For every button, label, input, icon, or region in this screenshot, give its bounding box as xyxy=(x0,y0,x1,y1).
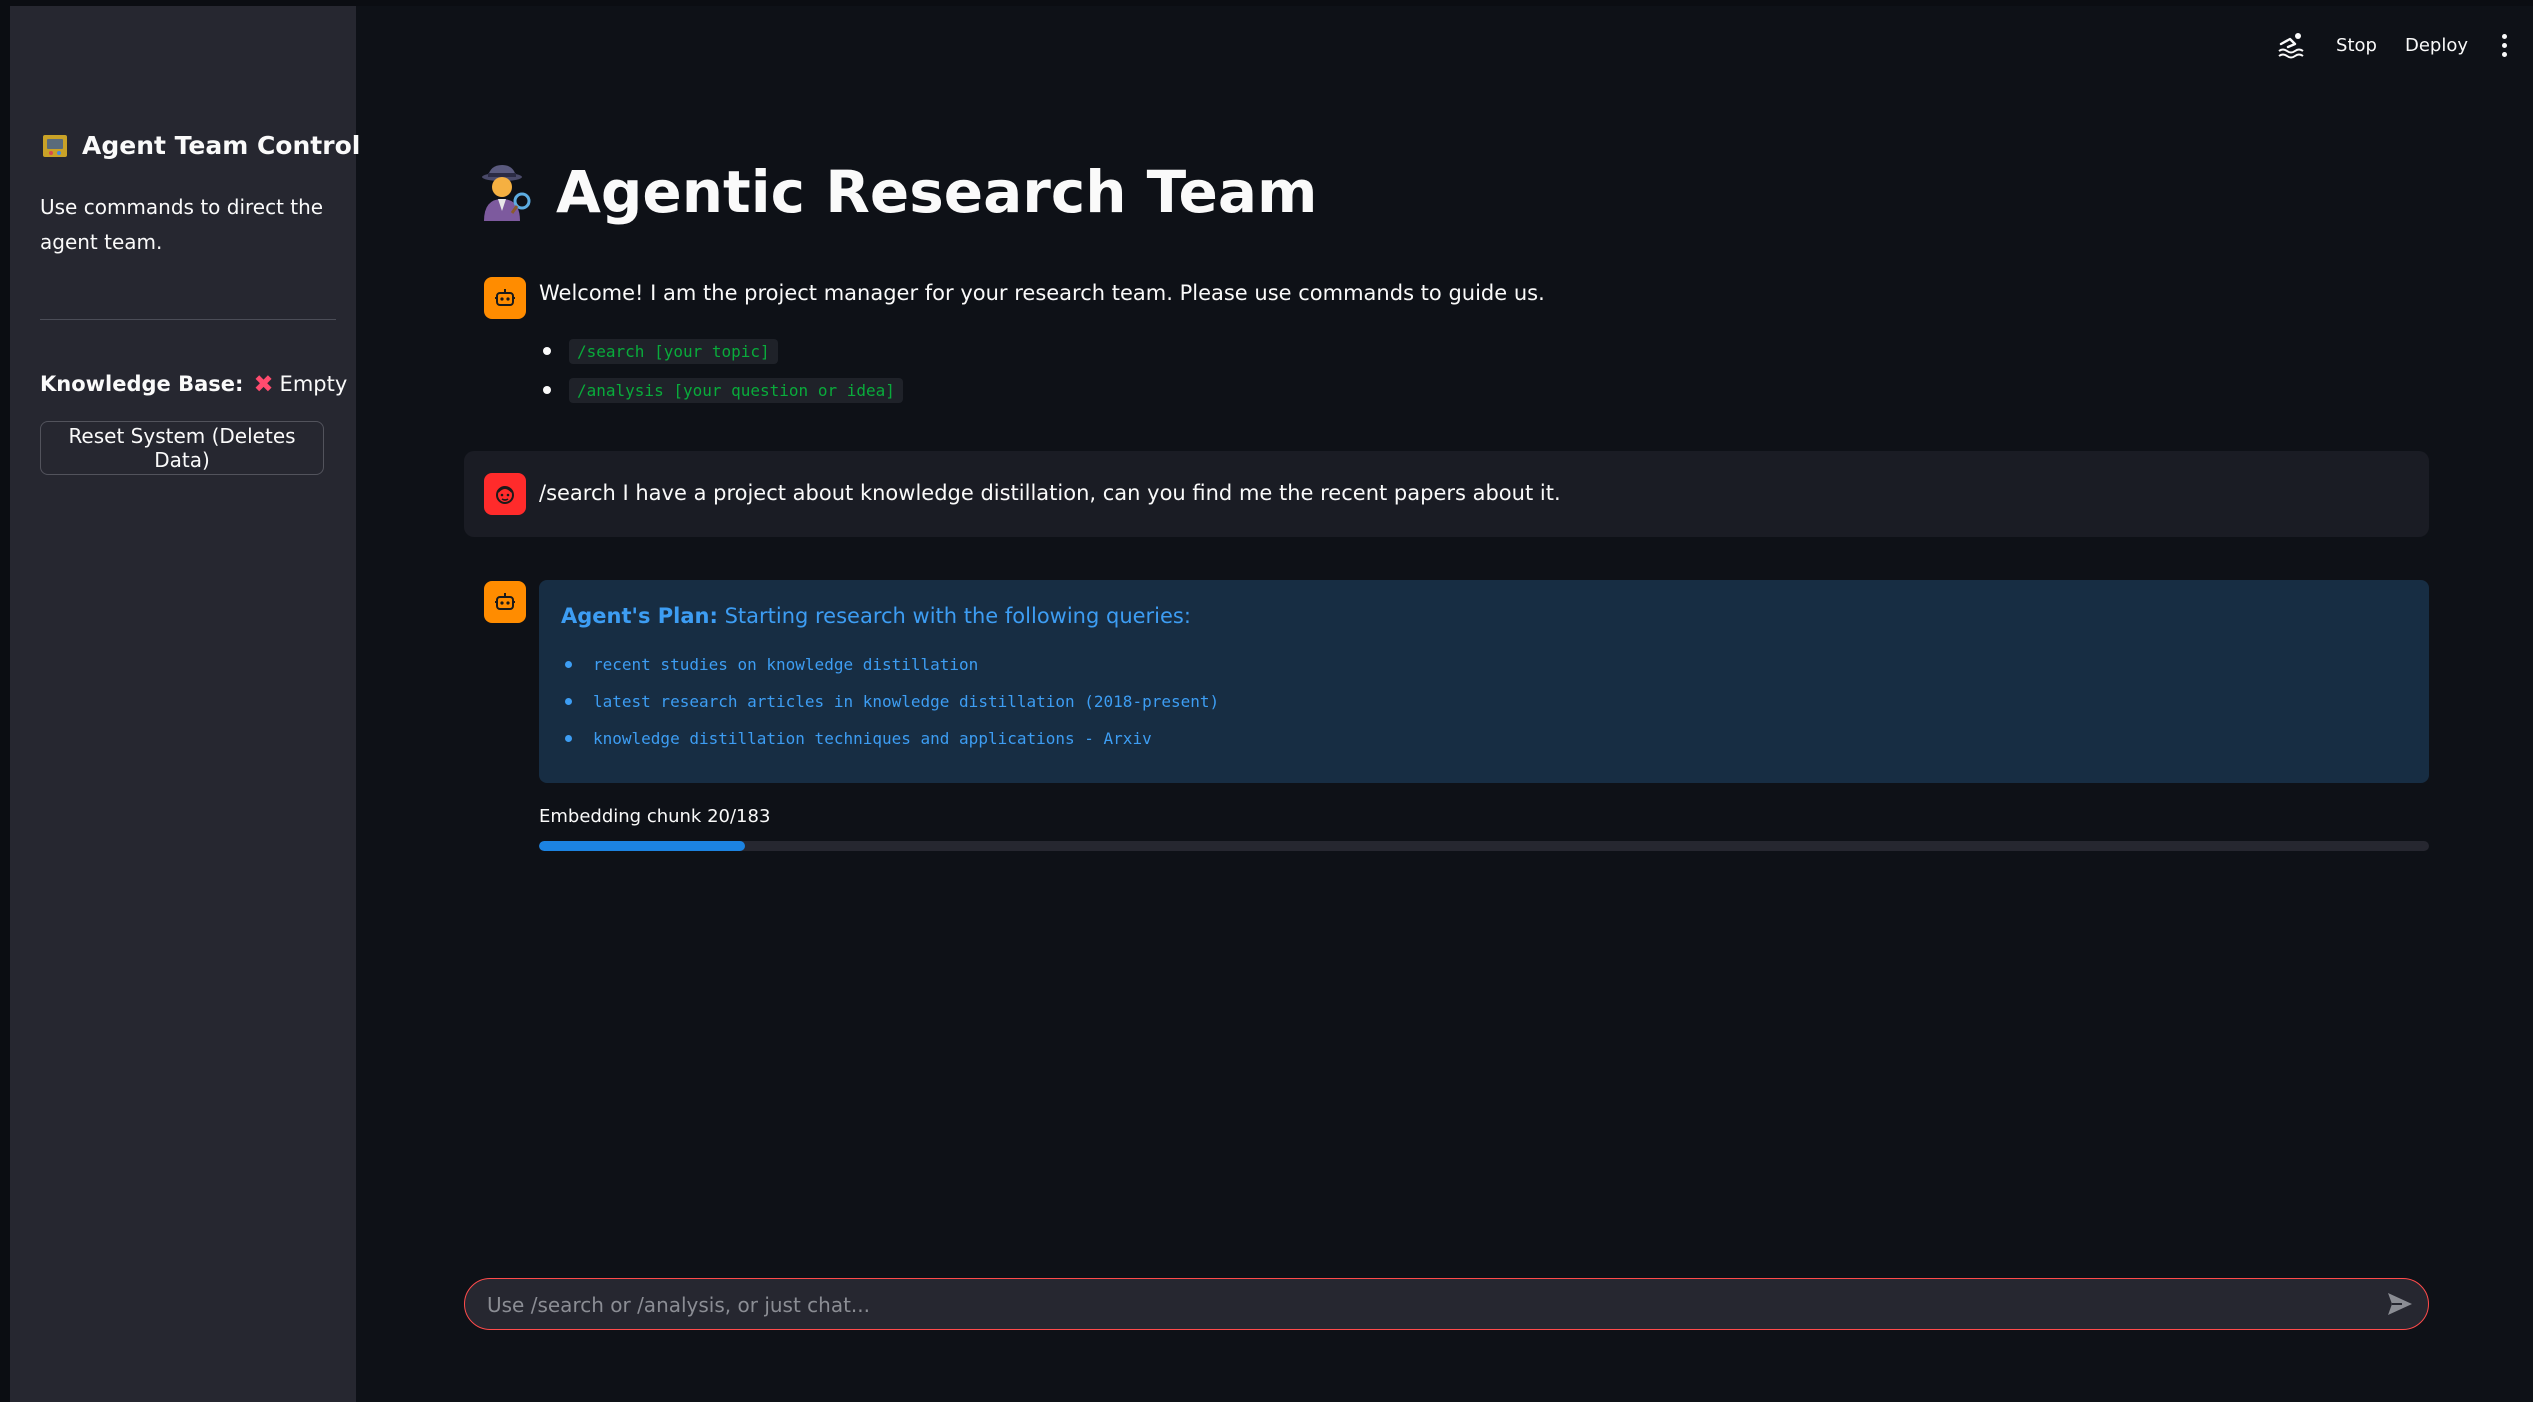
sidebar-title: Agent Team Control xyxy=(40,130,360,160)
list-item: latest research articles in knowledge di… xyxy=(561,683,2407,720)
robot-icon xyxy=(495,593,515,610)
knowledge-base-label: Knowledge Base: xyxy=(40,372,244,396)
plan-text: Starting research with the following que… xyxy=(724,604,1191,628)
plan-heading: Agent's Plan: Starting research with the… xyxy=(561,604,2407,628)
robot-icon xyxy=(495,289,515,306)
command-list: /search [your topic] /analysis [your que… xyxy=(539,332,903,410)
list-item: /search [your topic] xyxy=(539,332,903,371)
running-status xyxy=(2276,30,2308,60)
send-icon[interactable] xyxy=(2386,1291,2414,1317)
progress-bar-fill xyxy=(539,841,745,851)
page-title: Agentic Research Team xyxy=(474,158,1317,226)
list-item: /analysis [your question or idea] xyxy=(539,371,903,410)
sidebar-description: Use commands to direct the agent team. xyxy=(40,195,324,254)
knowledge-base-value: Empty xyxy=(279,372,348,396)
agent-plan-box: Agent's Plan: Starting research with the… xyxy=(539,580,2429,783)
page-title-text: Agentic Research Team xyxy=(556,158,1318,226)
kebab-menu-icon[interactable] xyxy=(2496,33,2513,57)
chat-input[interactable] xyxy=(485,1279,2349,1330)
reset-system-button[interactable]: Reset System (Deletes Data) xyxy=(40,421,324,475)
deploy-button[interactable]: Deploy xyxy=(2405,35,2468,56)
query-list: recent studies on knowledge distillation… xyxy=(561,646,2407,757)
list-item: recent studies on knowledge distillation xyxy=(561,646,2407,683)
progress-bar xyxy=(539,841,2429,851)
sidebar-title-text: Agent Team Control xyxy=(82,130,361,160)
assistant-avatar xyxy=(484,581,526,623)
assistant-welcome-text: Welcome! I am the project manager for yo… xyxy=(539,281,1545,305)
user-message-text: /search I have a project about knowledge… xyxy=(539,481,1561,505)
sidebar-divider xyxy=(40,319,336,320)
plan-label: Agent's Plan: xyxy=(561,604,718,628)
assistant-avatar xyxy=(484,277,526,319)
knowledge-base-status: Knowledge Base: ✖ Empty xyxy=(40,370,347,398)
window-frame-top xyxy=(0,0,2533,6)
user-face-icon xyxy=(496,486,514,504)
command-code: /search [your topic] xyxy=(569,339,778,364)
control-panel-icon xyxy=(43,135,67,157)
command-code: /analysis [your question or idea] xyxy=(569,378,903,403)
list-item: knowledge distillation techniques and ap… xyxy=(561,720,2407,757)
chat-input-container xyxy=(464,1278,2429,1330)
detective-icon xyxy=(482,165,531,221)
sidebar: Agent Team Control Use commands to direc… xyxy=(10,6,360,1402)
window-frame-left xyxy=(0,0,10,1402)
user-avatar xyxy=(484,473,526,515)
cross-mark-icon: ✖ xyxy=(253,370,274,398)
swimmer-icon xyxy=(2278,33,2304,59)
top-toolbar: Stop Deploy xyxy=(2276,30,2513,60)
stop-button[interactable]: Stop xyxy=(2336,35,2377,56)
progress-label: Embedding chunk 20/183 xyxy=(539,806,771,827)
